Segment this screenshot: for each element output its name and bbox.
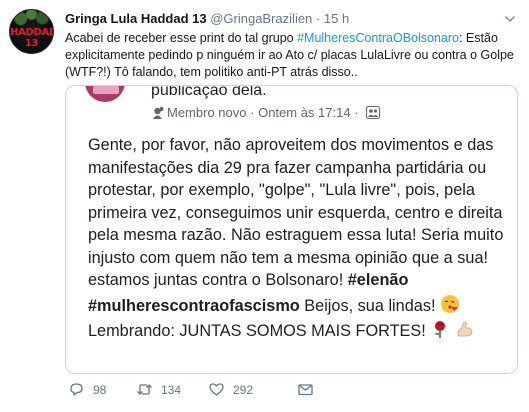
post-body: Gente, por favor, não aproveitem dos mov… xyxy=(88,134,508,343)
attached-image[interactable]: publicação dela. Membro novo · Ontem às … xyxy=(65,85,518,374)
like-button[interactable]: 292 xyxy=(208,381,253,398)
post-paragraph-1-text: Gente, por favor, não aproveitem dos mov… xyxy=(88,136,504,289)
post-paragraph-2: #mulherescontraofascismo Beijos, sua lin… xyxy=(88,294,508,318)
group-icon xyxy=(366,106,381,119)
author-handle[interactable]: @GringaBrazilien xyxy=(210,11,312,26)
tweet-timestamp[interactable]: 15 h xyxy=(324,11,349,26)
member-badge-icon xyxy=(153,107,164,119)
direct-message-button[interactable] xyxy=(297,381,314,398)
header-separator: · xyxy=(315,11,321,26)
author-name[interactable]: Gringa Lula Haddad 13 xyxy=(65,11,207,26)
retweet-count: 134 xyxy=(161,382,182,397)
like-icon xyxy=(209,383,224,396)
rose-emoji-icon xyxy=(435,321,446,338)
kiss-emoji-icon xyxy=(441,294,460,313)
post-top-text: publicação dela. xyxy=(151,85,267,99)
post-hashtag-mulheres: #mulherescontraofascismo xyxy=(88,296,300,315)
post-meta: Membro novo · Ontem às 17:14 · xyxy=(151,105,381,120)
author-avatar[interactable]: HADDAD 13 xyxy=(9,9,54,54)
direct-message-icon xyxy=(298,384,313,396)
meta-separator: · xyxy=(250,105,255,120)
like-count: 292 xyxy=(233,382,254,397)
meta-separator-2: · xyxy=(354,105,359,120)
tweet-text: Acabei de receber esse print do tal grup… xyxy=(65,30,520,81)
member-label: Membro novo xyxy=(167,105,247,120)
reply-count: 98 xyxy=(93,382,107,397)
post-paragraph-3: Lembrando: JUNTAS SOMOS MAIS FORTES! xyxy=(88,319,508,343)
flexed-biceps-emoji-icon xyxy=(457,321,473,337)
post-hashtag-elenao: #elenão xyxy=(347,271,409,289)
post-paragraph-3-text: Lembrando: JUNTAS SOMOS MAIS FORTES! xyxy=(88,322,431,340)
reply-button[interactable]: 98 xyxy=(68,381,106,398)
post-paragraph-1: Gente, por favor, não aproveitem dos mov… xyxy=(88,134,508,292)
reply-icon xyxy=(70,383,83,396)
tweet-text-part1: Acabei de receber esse print do tal grup… xyxy=(65,31,298,45)
avatar-text: HADDAD 13 xyxy=(10,27,54,49)
tweet-header: Gringa Lula Haddad 13 @GringaBrazilien ·… xyxy=(65,11,349,26)
post-paragraph-2-text: Beijos, sua lindas! xyxy=(299,296,441,315)
post-time: Ontem às 17:14 xyxy=(258,105,351,120)
retweet-button[interactable]: 134 xyxy=(136,381,181,398)
chevron-down-icon[interactable] xyxy=(503,12,517,26)
retweet-icon xyxy=(137,384,152,395)
tweet[interactable]: HADDAD 13 Gringa Lula Haddad 13 @GringaB… xyxy=(0,0,529,412)
hashtag-link[interactable]: #MulheresContraOBolsonaro xyxy=(297,31,459,45)
post-author-avatar xyxy=(85,86,125,102)
